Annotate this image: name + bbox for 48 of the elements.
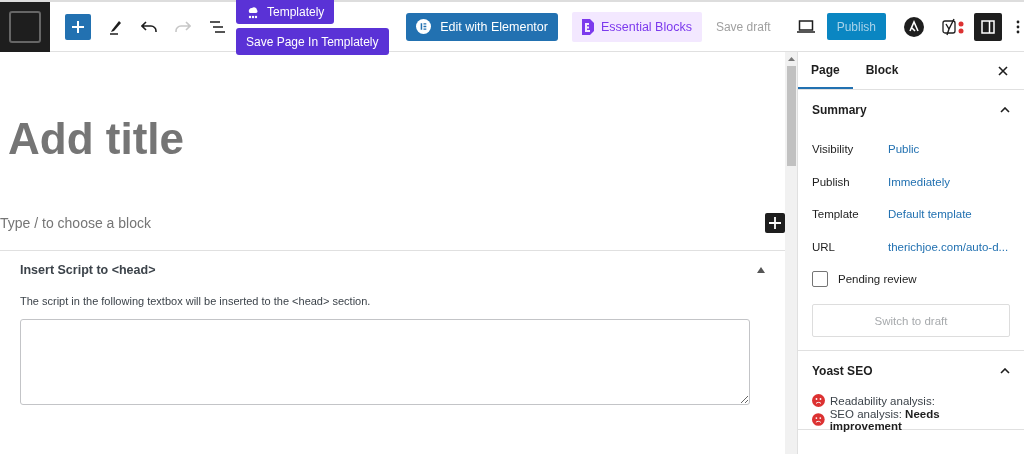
pencil-icon[interactable] <box>109 18 123 35</box>
scrollbar-thumb[interactable] <box>786 66 796 166</box>
metabox-title: Insert Script to <head> <box>20 263 156 277</box>
pending-review-checkbox[interactable] <box>812 271 828 287</box>
chevron-up-icon[interactable] <box>1000 368 1010 374</box>
templately-button[interactable]: Templately <box>236 0 335 24</box>
scroll-up-icon[interactable] <box>787 57 795 61</box>
close-icon[interactable] <box>998 65 1008 76</box>
field-label: Template <box>812 208 860 221</box>
analysis-result: SEO analysis: Needs improvement <box>829 407 941 432</box>
sidebar-toggle-button[interactable] <box>974 12 1002 41</box>
sidebar-tab[interactable]: Block <box>852 52 912 89</box>
save-page-button[interactable]: Save Page In Templately <box>236 28 389 55</box>
panel-title[interactable]: Summary <box>812 103 867 117</box>
add-block-button[interactable] <box>765 213 785 233</box>
yoast-icon[interactable] <box>942 17 966 36</box>
edit-with-elementor-button[interactable]: Edit with Elementor <box>406 12 558 41</box>
elementor-icon <box>416 19 432 34</box>
essential-blocks-button[interactable]: Essential Blocks <box>571 11 702 42</box>
plus-icon <box>769 217 781 229</box>
checkbox-label: Pending review <box>838 273 917 285</box>
letter-a-icon[interactable] <box>904 16 924 37</box>
list-view-icon[interactable] <box>209 20 225 33</box>
chevron-up-icon[interactable] <box>1000 107 1010 113</box>
more-options-icon[interactable] <box>1016 19 1020 34</box>
panel-title[interactable]: Yoast SEO <box>812 364 873 378</box>
laptop-icon[interactable] <box>796 20 815 33</box>
field-label: URL <box>812 240 836 253</box>
metabox-description: The script in the following textbox will be inserted to the <head> section. <box>20 295 372 307</box>
field-label: Publish <box>812 175 851 188</box>
collapse-arrow-icon[interactable] <box>757 267 765 273</box>
sidebar-tab[interactable]: Page <box>798 52 853 89</box>
scrollbar[interactable] <box>785 52 798 454</box>
cloud-icon <box>246 5 260 19</box>
block-placeholder[interactable]: Type / to choose a block <box>0 215 151 231</box>
field-label: Visibility <box>812 143 855 156</box>
analysis-result: Readability analysis: <box>830 394 935 407</box>
title-placeholder[interactable]: Add title <box>8 114 184 164</box>
sidebar-icon <box>981 19 995 34</box>
field-value-link[interactable]: Default template <box>888 208 972 221</box>
blocks-logo-icon <box>581 18 594 35</box>
field-value-link[interactable]: Immediately <box>888 175 950 188</box>
save-draft-button[interactable]: Save draft <box>707 19 779 34</box>
field-value-link[interactable]: Public <box>888 143 920 156</box>
undo-icon[interactable] <box>141 20 157 33</box>
plus-icon <box>71 19 85 34</box>
site-logo-button[interactable] <box>0 1 50 52</box>
field-value-link[interactable]: therichjoe.com/auto-d... <box>888 240 1009 253</box>
